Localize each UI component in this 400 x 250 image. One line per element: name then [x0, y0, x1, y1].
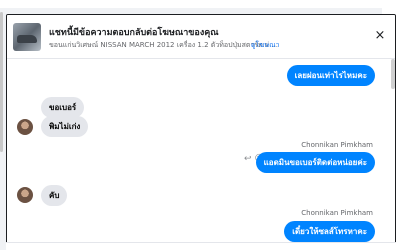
ad-thumbnail[interactable]: [13, 23, 41, 51]
message-scrollbar[interactable]: [391, 59, 395, 89]
message-list: เลยผ่อนเท่าไรไหมคะ ขอเบอร์ พิมไม่เก่ง Ch…: [7, 59, 395, 245]
chat-window: แชทนี้มีข้อความตอบกลับต่อโฆษณาของคุณ ขอน…: [6, 14, 396, 246]
page-top-strip: [0, 0, 400, 8]
page-scrollbar[interactable]: [0, 12, 3, 152]
ad-reply-banner: แชทนี้มีข้อความตอบกลับต่อโฆษณาของคุณ ขอน…: [7, 15, 395, 59]
outgoing-message[interactable]: แอดมินขอเบอร์ติดต่อหน่อยค่ะ: [255, 152, 375, 173]
page-background: แชทนี้มีข้อความตอบกลับต่อโฆษณาของคุณ ขอน…: [0, 0, 400, 250]
avatar[interactable]: [17, 187, 33, 203]
banner-title: แชทนี้มีข้อความตอบกลับต่อโฆษณาของคุณ: [49, 28, 219, 38]
sender-name: Chonnikan Pimkham: [301, 141, 373, 149]
view-ad-link[interactable]: ดูโฆษณา: [251, 40, 280, 51]
ad-description: ขอนแก่นวิเศษณ์ NISSAN MARCH 2012 เครื่อง…: [49, 41, 278, 49]
sender-name: Chonnikan Pimkham: [301, 209, 373, 217]
composer-edge: [6, 242, 396, 250]
incoming-message[interactable]: พิมไม่เก่ง: [41, 116, 89, 137]
incoming-message[interactable]: ขอเบอร์: [41, 97, 85, 118]
avatar[interactable]: [17, 119, 33, 135]
close-icon[interactable]: ×: [373, 29, 387, 43]
reply-icon[interactable]: ↩: [244, 154, 252, 164]
outgoing-message[interactable]: เดี๋ยวให้ซลส์โทรหาคะ: [284, 221, 375, 242]
outgoing-message[interactable]: เลยผ่อนเท่าไรไหมคะ: [286, 65, 375, 86]
incoming-message[interactable]: คับ: [41, 185, 68, 206]
